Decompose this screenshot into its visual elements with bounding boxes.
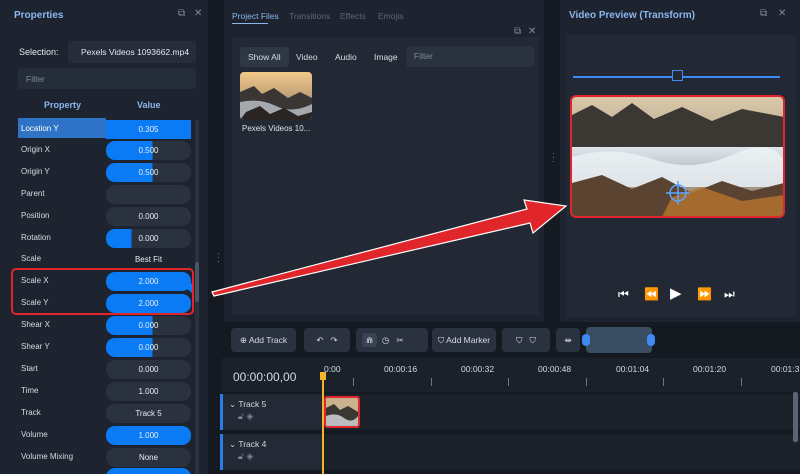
timeline-clip[interactable]	[324, 396, 360, 428]
playhead[interactable]	[322, 374, 324, 474]
keyframe-icon[interactable]: ◈	[246, 411, 253, 421]
track-lane[interactable]	[322, 394, 800, 430]
tick-label: 00:01:3	[771, 364, 800, 374]
chevron-down-icon[interactable]: ⌄	[229, 439, 238, 449]
tick-mark	[663, 378, 664, 386]
tick-label: 00:00:16	[384, 364, 418, 374]
tick-mark	[431, 378, 432, 386]
arrow-shape	[211, 199, 568, 297]
timeline-vertical-scrollbar[interactable]	[793, 392, 798, 442]
undo-icon[interactable]: ↶	[316, 335, 323, 345]
tick-label: 00:00:32	[461, 364, 495, 374]
center-timeline-button[interactable]: ⇹	[556, 328, 580, 352]
clip-thumbnail	[326, 398, 358, 426]
track-name: ⌄ Track 5	[229, 399, 266, 410]
track-accent	[220, 394, 223, 430]
tick-mark	[586, 378, 587, 386]
track-controls: 🔓︎ ◈	[238, 411, 253, 422]
lock-icon[interactable]: 🔓︎	[238, 411, 244, 421]
undo-redo-group[interactable]: ↶ ↷	[304, 328, 350, 352]
app-window: Properties ⧉ ✕ Selection: Pexels Videos …	[0, 0, 800, 474]
tick-mark	[353, 378, 354, 386]
overview-handle-right[interactable]	[647, 334, 655, 346]
track-label: Track 4	[238, 439, 267, 449]
snap-icon[interactable]: ⋒	[362, 333, 378, 347]
keyframe-icon[interactable]: ◈	[246, 451, 253, 461]
track-lane[interactable]	[322, 434, 800, 470]
tick-mark	[741, 378, 742, 386]
tick-mark	[508, 378, 509, 386]
add-track-button[interactable]: ⊕ Add Track	[231, 328, 296, 352]
playhead-handle[interactable]	[320, 372, 326, 380]
redo-icon[interactable]: ↷	[331, 335, 338, 345]
clock-icon[interactable]: ◷	[382, 335, 389, 345]
prev-marker-icon[interactable]: ⛉	[516, 335, 522, 345]
chevron-down-icon[interactable]: ⌄	[229, 399, 238, 409]
overview-handle-left[interactable]	[582, 334, 590, 346]
add-track-label: Add Track	[248, 335, 288, 345]
marker-icon: ⛉	[437, 335, 447, 345]
next-marker-icon[interactable]: ⛉	[530, 335, 536, 345]
add-icon: ⊕	[239, 335, 249, 345]
tick-label: 00:00:48	[538, 364, 572, 374]
add-marker-label: Add Marker	[446, 335, 491, 345]
tick-label: 0:00	[324, 364, 341, 374]
lock-icon[interactable]: 🔓︎	[238, 451, 244, 461]
marker-nav-group[interactable]: ⛉ ⛉	[502, 328, 550, 352]
center-icon: ⇹	[564, 335, 572, 345]
track-accent	[220, 434, 223, 470]
add-marker-button[interactable]: ⛉ Add Marker	[432, 328, 496, 352]
tools-group[interactable]: ⋒ ◷ ✂	[356, 328, 428, 352]
overview-viewport[interactable]	[586, 327, 652, 353]
tick-label: 00:01:04	[616, 364, 650, 374]
timecode-display: 00:00:00,00	[233, 370, 297, 384]
tick-label: 00:01:20	[693, 364, 727, 374]
track-name: ⌄ Track 4	[229, 439, 266, 450]
track-controls: 🔓︎ ◈	[238, 451, 253, 462]
track-label: Track 5	[238, 399, 267, 409]
razor-icon[interactable]: ✂	[396, 335, 403, 345]
